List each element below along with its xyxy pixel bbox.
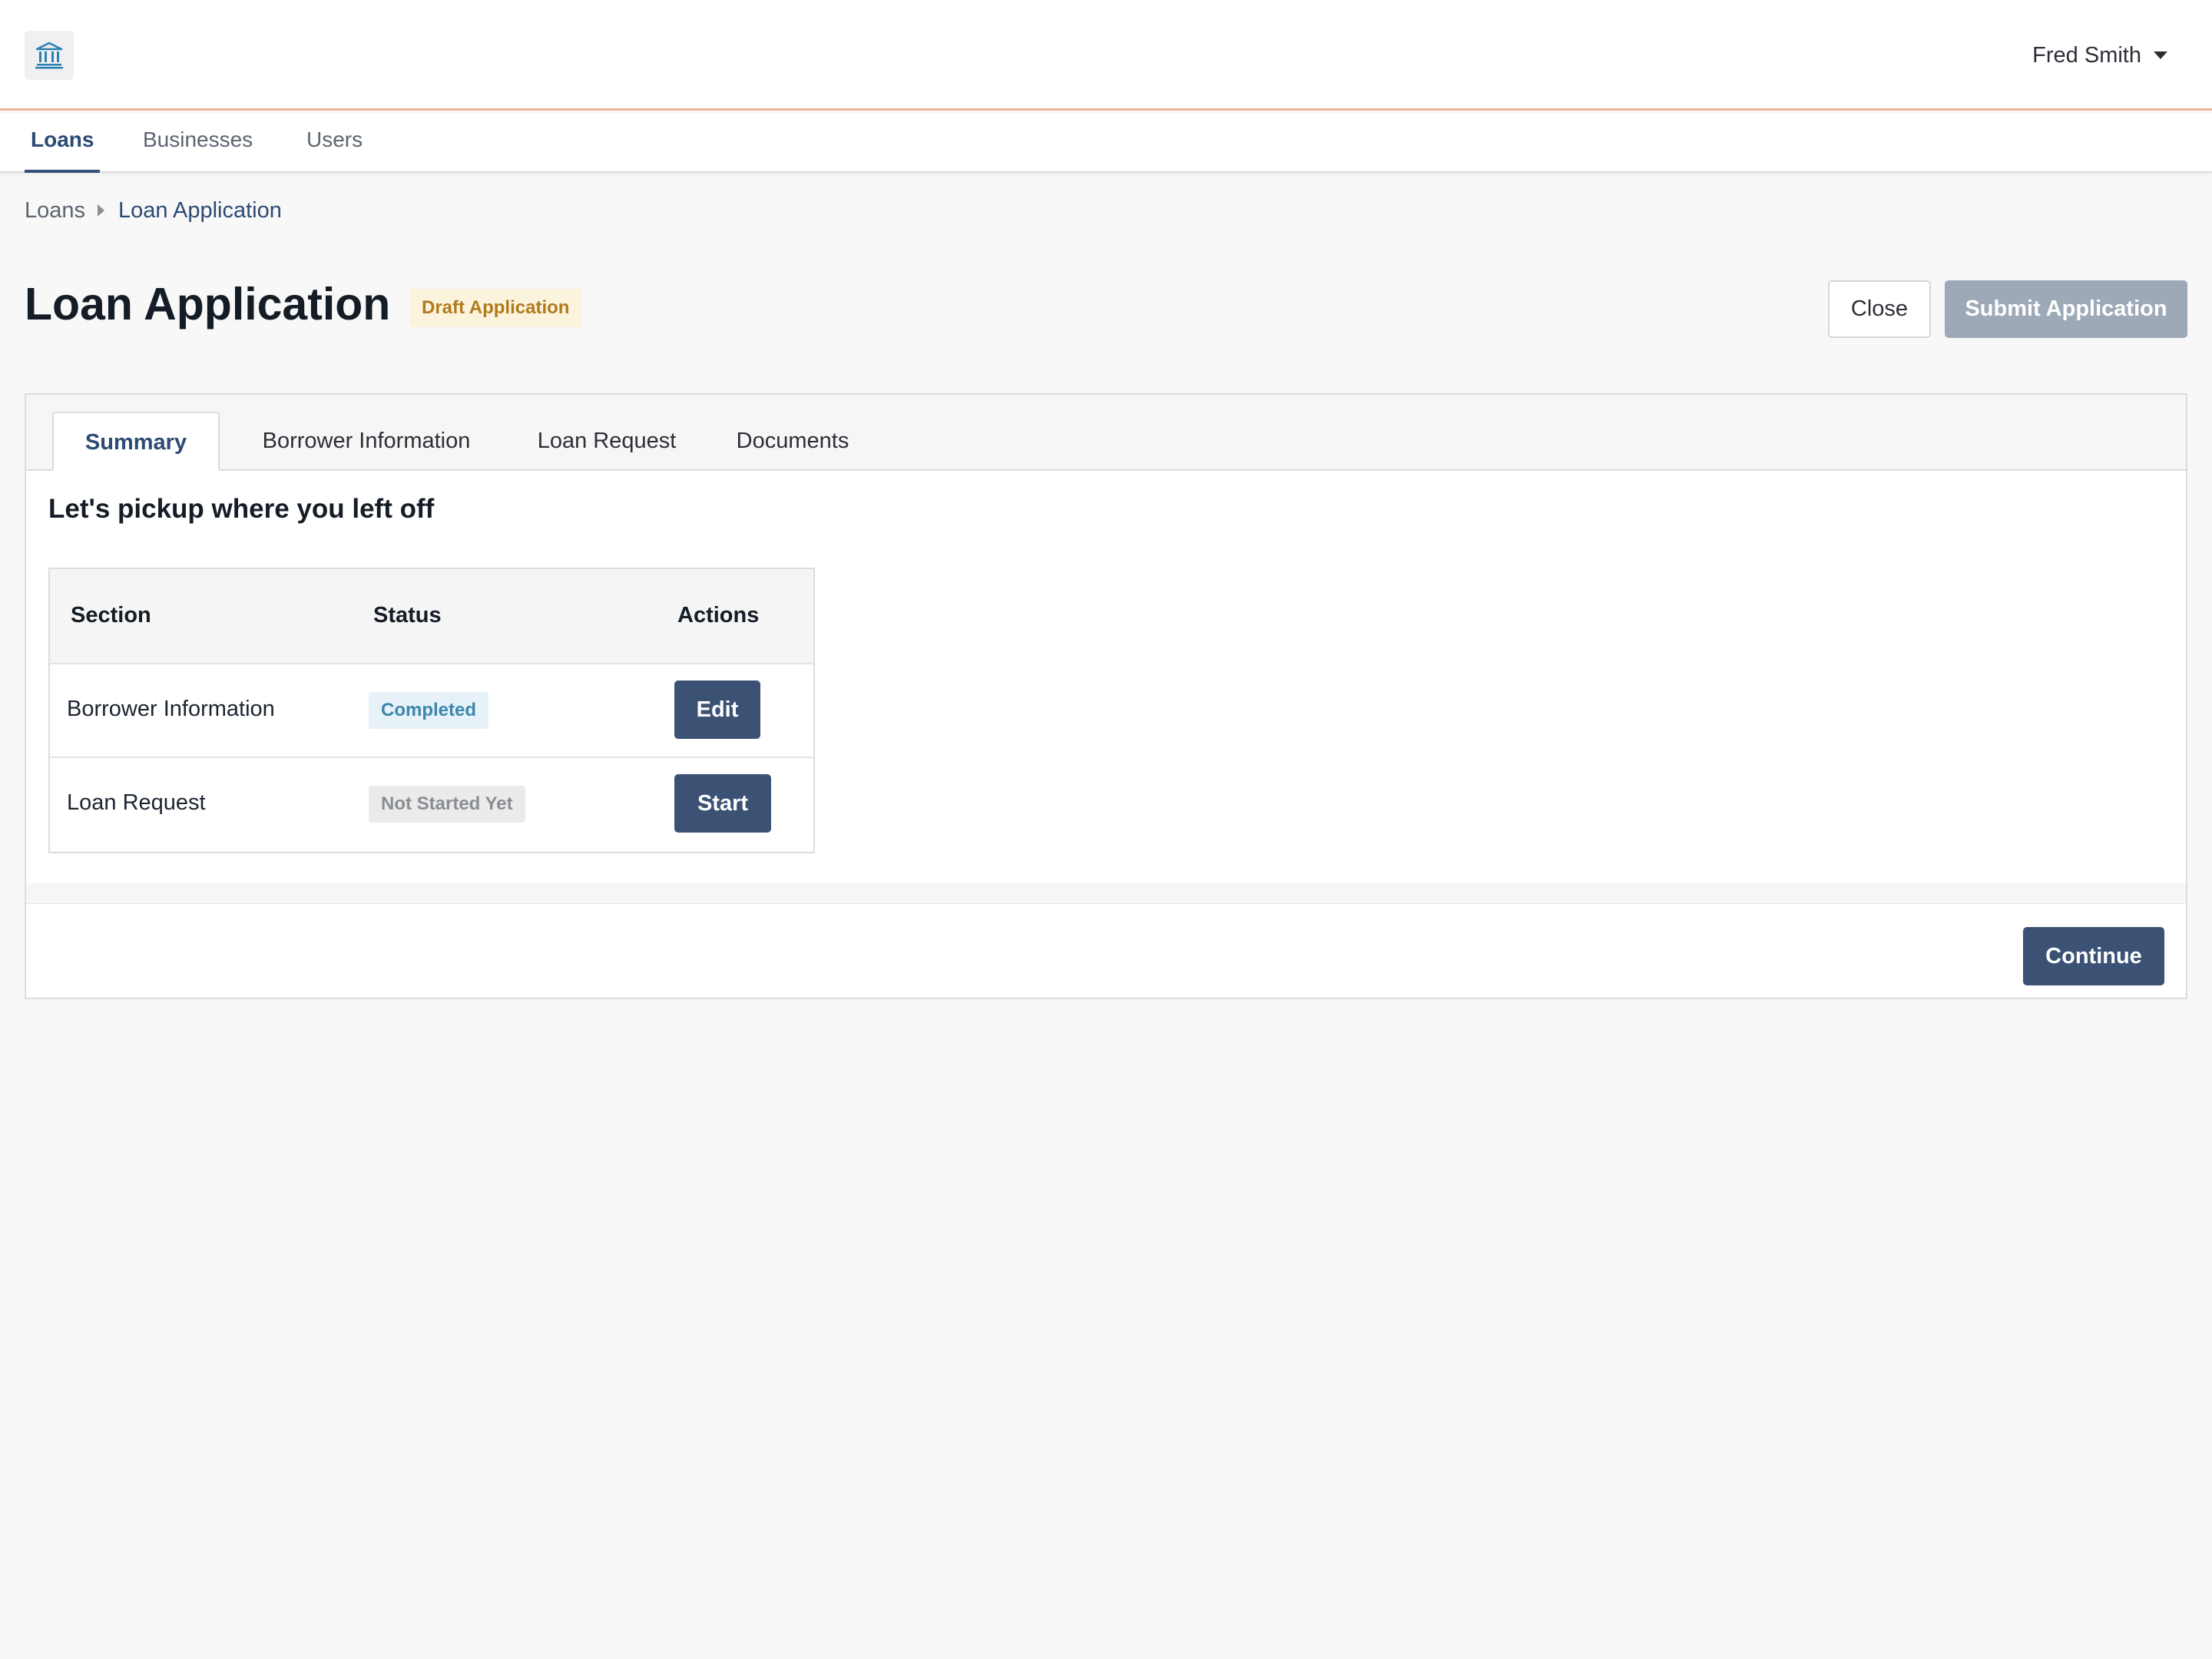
nav-item-loans[interactable]: Loans: [25, 113, 101, 173]
page-title: Loan Application: [25, 279, 391, 329]
close-button[interactable]: Close: [1828, 280, 1931, 338]
status-badge: Completed: [369, 692, 489, 729]
column-header-status: Status: [373, 603, 442, 628]
card-footer: Continue: [26, 903, 2186, 998]
edit-button[interactable]: Edit: [674, 680, 760, 739]
section-name: Loan Request: [67, 790, 206, 815]
status-badge: Not Started Yet: [369, 786, 525, 823]
tab-loan-request[interactable]: Loan Request: [519, 412, 694, 471]
breadcrumb-current: Loan Application: [118, 197, 282, 223]
tab-documents[interactable]: Documents: [724, 412, 862, 471]
summary-panel: Let's pickup where you left off Section …: [26, 471, 2186, 883]
table-row: Loan Request Not Started Yet Start: [50, 758, 813, 852]
continue-button[interactable]: Continue: [2023, 927, 2164, 985]
top-header: Fred Smith: [0, 0, 2212, 111]
start-button[interactable]: Start: [674, 774, 771, 833]
tab-borrower-information[interactable]: Borrower Information: [243, 412, 490, 471]
nav-item-users[interactable]: Users: [300, 113, 369, 173]
application-card: Summary Borrower Information Loan Reques…: [25, 393, 2187, 999]
column-header-section: Section: [71, 603, 151, 628]
nav-item-businesses[interactable]: Businesses: [137, 113, 259, 173]
breadcrumb: Loans Loan Application: [25, 195, 282, 226]
chevron-right-icon: [98, 204, 105, 217]
bank-logo-icon[interactable]: [25, 31, 74, 80]
section-status-table: Section Status Actions Borrower Informat…: [48, 568, 815, 853]
breadcrumb-loans-link[interactable]: Loans: [25, 198, 85, 224]
tab-bar: Summary Borrower Information Loan Reques…: [26, 395, 2186, 471]
submit-application-button[interactable]: Submit Application: [1945, 280, 2187, 338]
status-badge: Draft Application: [409, 289, 582, 327]
panel-heading: Let's pickup where you left off: [48, 494, 435, 524]
table-header: Section Status Actions: [50, 569, 813, 664]
user-name: Fred Smith: [2032, 42, 2141, 68]
table-row: Borrower Information Completed Edit: [50, 664, 813, 758]
section-name: Borrower Information: [67, 697, 275, 721]
chevron-down-icon: [2154, 51, 2167, 59]
user-menu[interactable]: Fred Smith: [2032, 38, 2167, 72]
tab-summary[interactable]: Summary: [52, 412, 220, 471]
column-header-actions: Actions: [677, 603, 760, 628]
main-nav: Loans Businesses Users: [0, 113, 2212, 173]
